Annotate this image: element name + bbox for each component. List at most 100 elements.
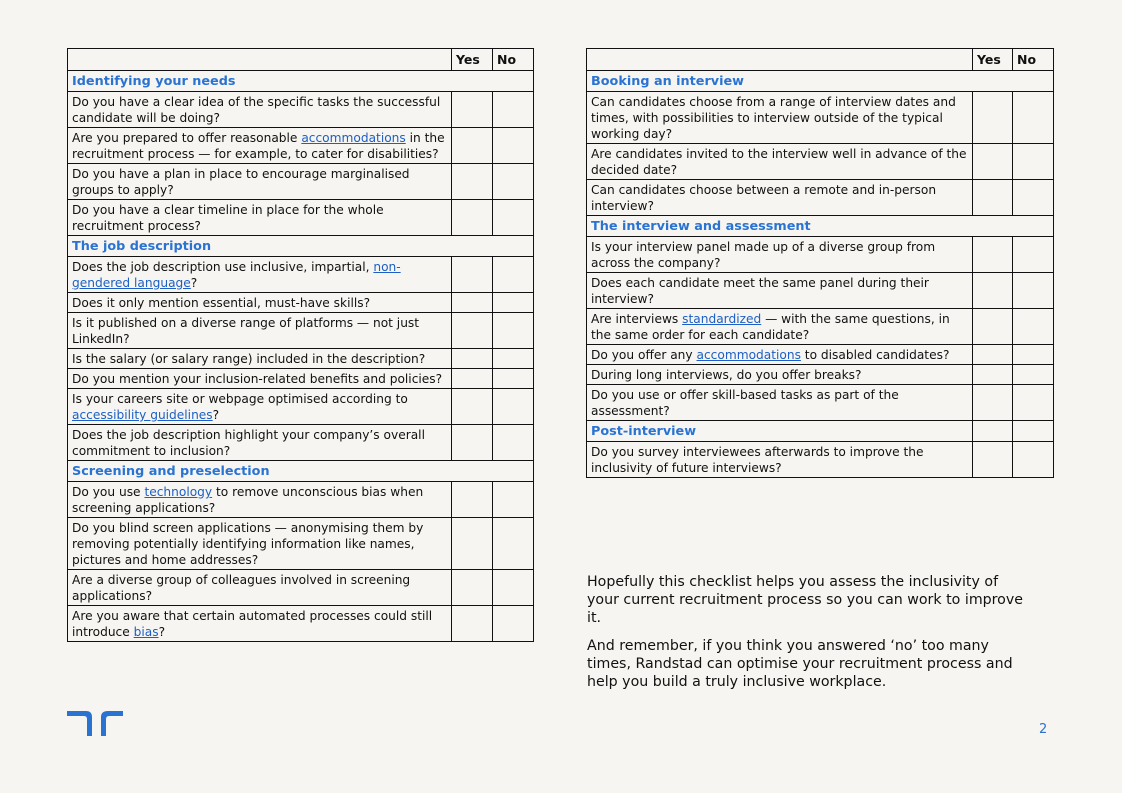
checklist-row: Does each candidate meet the same panel … [586, 272, 1054, 309]
yes-checkbox-cell[interactable] [451, 388, 493, 425]
yes-checkbox-cell[interactable] [451, 368, 493, 389]
question-text: Does the job description highlight your … [67, 424, 452, 461]
checklist-row: Are you aware that certain automated pro… [67, 605, 534, 642]
section-title: The job description [67, 235, 534, 257]
resource-link[interactable]: bias [134, 625, 159, 639]
yes-checkbox-cell[interactable] [451, 199, 493, 236]
yes-checkbox-cell[interactable] [451, 91, 493, 128]
no-checkbox-cell[interactable] [492, 368, 534, 389]
checklist-row: Is your interview panel made up of a div… [586, 236, 1054, 273]
resource-link[interactable]: accommodations [301, 131, 405, 145]
question-text: Are you prepared to offer reasonable acc… [67, 127, 452, 164]
question-text: Does it only mention essential, must-hav… [67, 292, 452, 313]
no-checkbox-cell[interactable] [1012, 91, 1054, 144]
section-header-row: The interview and assessment [586, 215, 1054, 237]
no-checkbox-cell[interactable] [492, 481, 534, 518]
no-checkbox-cell[interactable] [492, 517, 534, 570]
no-checkbox-cell[interactable] [492, 127, 534, 164]
yes-checkbox-cell[interactable] [451, 424, 493, 461]
no-checkbox-cell[interactable] [492, 388, 534, 425]
question-text: Does the job description use inclusive, … [67, 256, 452, 293]
no-checkbox-cell[interactable] [492, 91, 534, 128]
question-text: Can candidates choose between a remote a… [586, 179, 973, 216]
checklist-row: Are you prepared to offer reasonable acc… [67, 127, 534, 164]
no-checkbox-cell[interactable] [492, 312, 534, 349]
question-text: Do you offer any accommodations to disab… [586, 344, 973, 365]
question-text-part: Can candidates choose from a range of in… [591, 95, 956, 141]
resource-link[interactable]: accommodations [697, 348, 801, 362]
yes-checkbox-cell[interactable] [972, 179, 1013, 216]
closing-text: Hopefully this checklist helps you asses… [587, 573, 1027, 701]
yes-checkbox-cell[interactable] [972, 441, 1013, 478]
yes-checkbox-cell[interactable] [972, 384, 1013, 421]
resource-link[interactable]: technology [144, 485, 212, 499]
question-text-part: Do you mention your inclusion-related be… [72, 372, 443, 386]
yes-checkbox-cell[interactable] [451, 312, 493, 349]
question-text-part: Do you blind screen applications — anony… [72, 521, 424, 567]
question-text: Are a diverse group of colleagues involv… [67, 569, 452, 606]
no-checkbox-cell[interactable] [1012, 236, 1054, 273]
yes-checkbox-cell[interactable] [972, 364, 1013, 385]
question-text: Do you use technology to remove unconsci… [67, 481, 452, 518]
yes-checkbox-cell[interactable] [451, 256, 493, 293]
no-checkbox-cell[interactable] [492, 605, 534, 642]
no-checkbox-cell[interactable] [492, 569, 534, 606]
page-number: 2 [1039, 722, 1048, 737]
checklist-row: Do you have a clear idea of the specific… [67, 91, 534, 128]
yes-checkbox-cell[interactable] [972, 272, 1013, 309]
yes-checkbox-cell[interactable] [451, 517, 493, 570]
resource-link[interactable]: accessibility guidelines [72, 408, 213, 422]
question-text-part: Does the job description use inclusive, … [72, 260, 374, 274]
question-text-part: to disabled candidates? [800, 348, 950, 362]
question-text-part: Does it only mention essential, must-hav… [72, 296, 371, 310]
no-checkbox-cell[interactable] [1012, 308, 1054, 345]
no-checkbox-cell[interactable] [1012, 272, 1054, 309]
no-checkbox-cell[interactable] [492, 256, 534, 293]
no-checkbox-cell[interactable] [1012, 420, 1054, 442]
section-header-row: The job description [67, 235, 534, 257]
yes-checkbox-cell[interactable] [972, 344, 1013, 365]
closing-paragraph: Hopefully this checklist helps you asses… [587, 574, 1023, 626]
question-text-part: Does the job description highlight your … [72, 428, 425, 458]
no-checkbox-cell[interactable] [1012, 143, 1054, 180]
question-text-part: Do you offer any [591, 348, 697, 362]
checklist-row: Do you have a plan in place to encourage… [67, 163, 534, 200]
no-checkbox-cell[interactable] [492, 292, 534, 313]
no-checkbox-cell[interactable] [1012, 344, 1054, 365]
yes-checkbox-cell[interactable] [451, 481, 493, 518]
yes-checkbox-cell[interactable] [972, 143, 1013, 180]
yes-checkbox-cell[interactable] [451, 569, 493, 606]
yes-checkbox-cell[interactable] [451, 605, 493, 642]
question-text: Does each candidate meet the same panel … [586, 272, 973, 309]
section-header-row: Booking an interview [586, 70, 1054, 92]
no-checkbox-cell[interactable] [492, 348, 534, 369]
no-checkbox-cell[interactable] [492, 424, 534, 461]
no-checkbox-cell[interactable] [1012, 384, 1054, 421]
checklist-row: Do you blind screen applications — anony… [67, 517, 534, 570]
no-checkbox-cell[interactable] [1012, 179, 1054, 216]
yes-checkbox-cell[interactable] [451, 348, 493, 369]
question-column-header [586, 48, 973, 71]
yes-checkbox-cell[interactable] [972, 420, 1013, 442]
section-title: Post-interview [586, 420, 973, 442]
question-text: Do you have a clear idea of the specific… [67, 91, 452, 128]
yes-checkbox-cell[interactable] [972, 308, 1013, 345]
no-column-header: No [1012, 48, 1054, 71]
section-header-row: Post-interview [586, 420, 1054, 442]
question-text-part: Is your careers site or webpage optimise… [72, 392, 408, 406]
yes-checkbox-cell[interactable] [451, 127, 493, 164]
right-table-body: Yes No Booking an interview Can candidates … [586, 48, 1054, 478]
question-text-part: ? [190, 276, 198, 290]
no-checkbox-cell[interactable] [1012, 441, 1054, 478]
no-checkbox-cell[interactable] [492, 199, 534, 236]
yes-checkbox-cell[interactable] [972, 236, 1013, 273]
question-text-part: Can candidates choose between a remote a… [591, 183, 937, 213]
yes-checkbox-cell[interactable] [451, 292, 493, 313]
question-text-part: Is the salary (or salary range) included… [72, 352, 426, 366]
no-checkbox-cell[interactable] [492, 163, 534, 200]
question-text-part: Do you have a plan in place to encourage… [72, 167, 410, 197]
resource-link[interactable]: standardized [682, 312, 761, 326]
no-checkbox-cell[interactable] [1012, 364, 1054, 385]
yes-checkbox-cell[interactable] [451, 163, 493, 200]
yes-checkbox-cell[interactable] [972, 91, 1013, 144]
